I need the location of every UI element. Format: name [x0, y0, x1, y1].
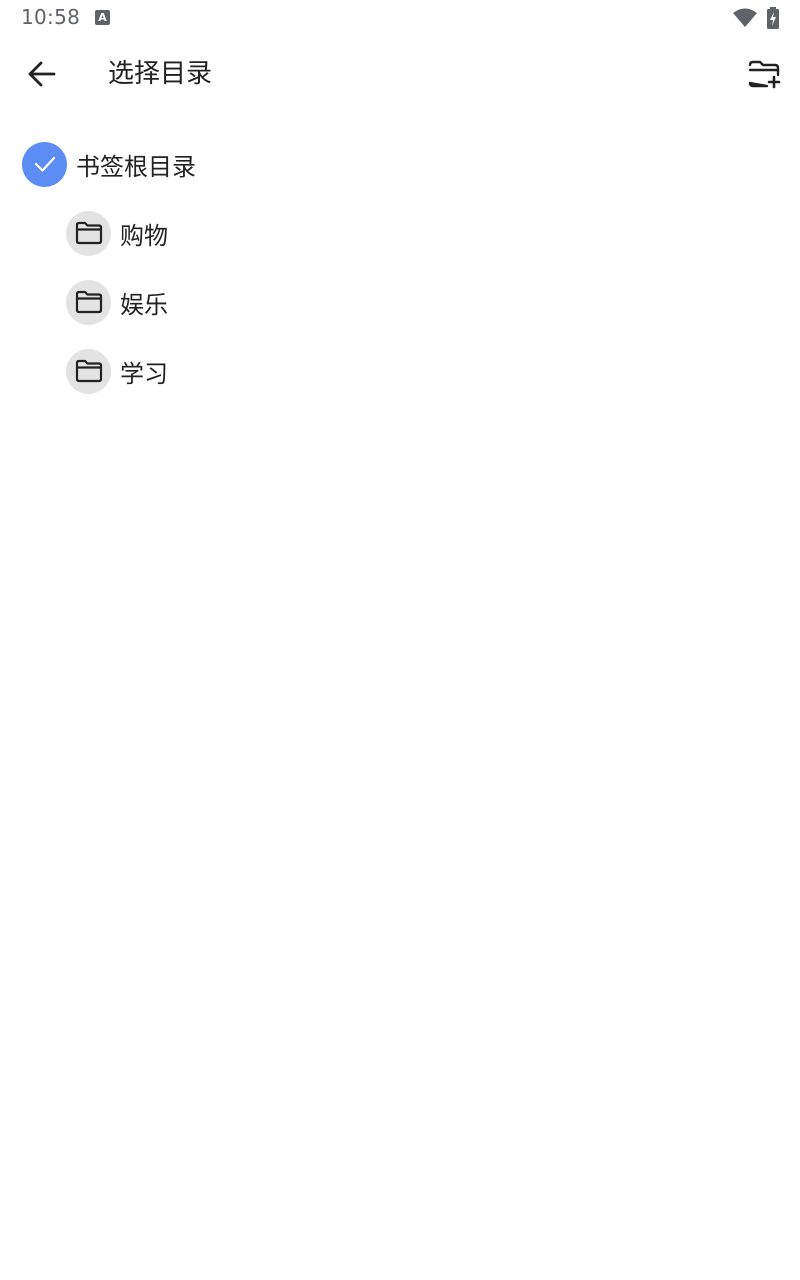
tree-item-shopping[interactable]: 购物: [66, 203, 168, 263]
check-icon: [34, 156, 55, 172]
tree-item-label: 娱乐: [120, 290, 168, 319]
selected-indicator: [22, 141, 67, 187]
status-bar: 10:58 A: [0, 0, 800, 36]
folder-icon: [75, 290, 102, 314]
new-folder-button[interactable]: [740, 50, 788, 98]
tree-root-label: 书签根目录: [76, 152, 196, 181]
screen: 10:58 A 选择目录 书签根目录 购物 娱乐 学习: [0, 0, 800, 1280]
back-button[interactable]: [18, 50, 66, 98]
tree-item-label: 购物: [120, 221, 168, 250]
tree-item-study[interactable]: 学习: [66, 341, 168, 401]
toolbar: 选择目录: [0, 36, 800, 112]
status-time: 10:58: [21, 5, 81, 29]
wifi-icon: [733, 8, 757, 27]
tree-item-label: 学习: [120, 359, 168, 388]
battery-charging-icon: [767, 7, 779, 29]
folder-badge: [66, 348, 111, 394]
page-title: 选择目录: [108, 59, 213, 89]
a-icon: A: [95, 10, 110, 25]
folder-add-icon: [748, 60, 781, 89]
folder-icon: [75, 359, 102, 383]
arrow-back-icon: [28, 61, 56, 87]
folder-badge: [66, 210, 111, 256]
folder-badge: [66, 279, 111, 325]
tree-root-item[interactable]: 书签根目录: [22, 134, 196, 194]
folder-icon: [75, 221, 102, 245]
tree-item-entertainment[interactable]: 娱乐: [66, 272, 168, 332]
